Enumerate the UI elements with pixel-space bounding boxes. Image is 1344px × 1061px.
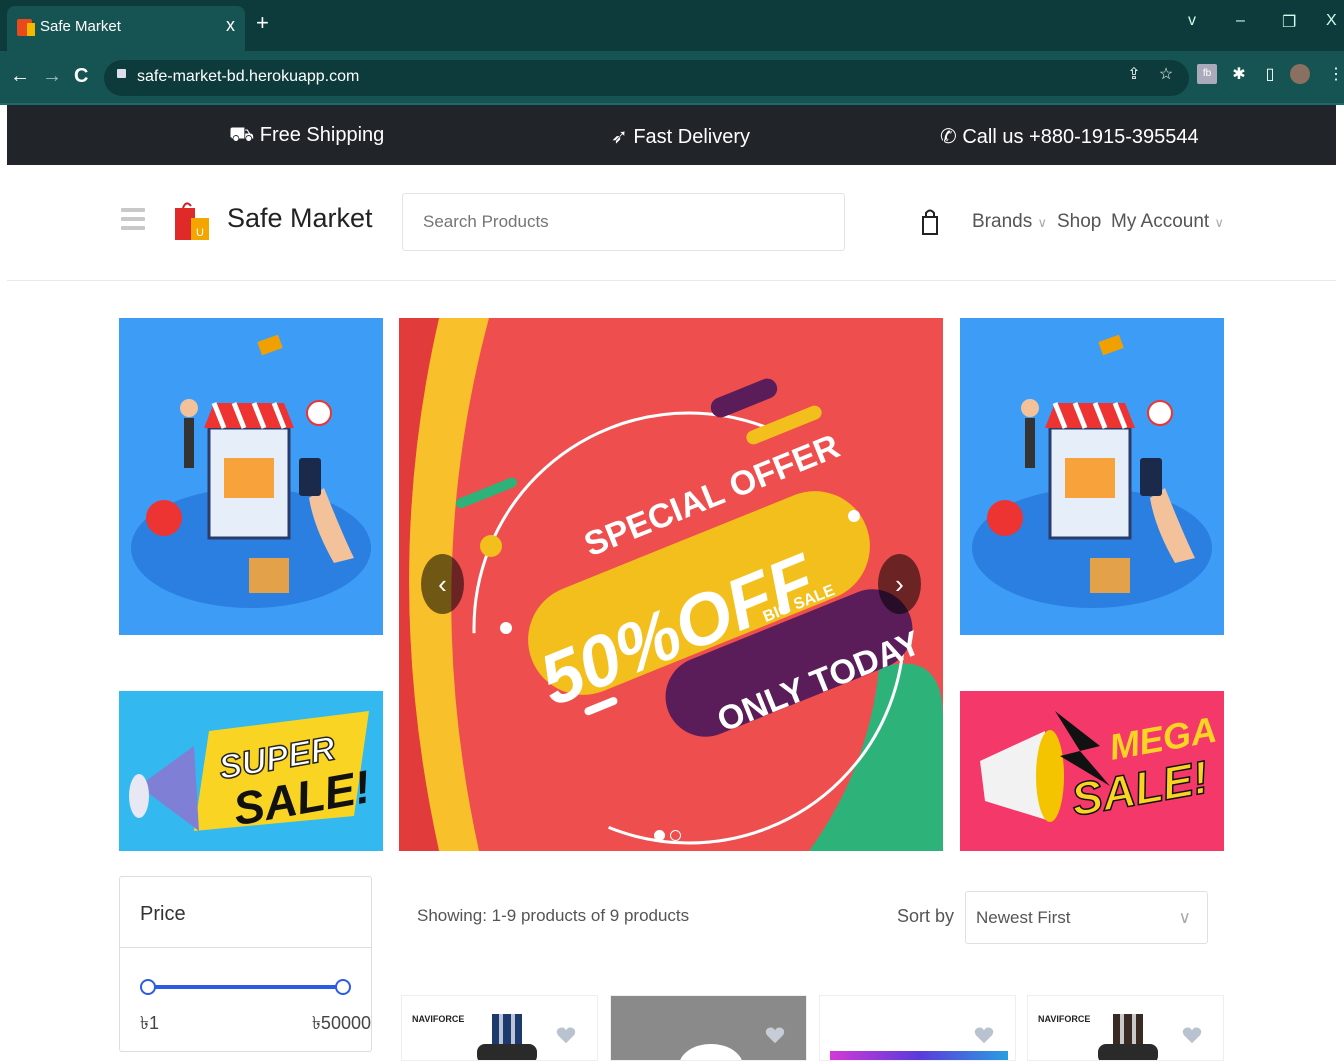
share-icon[interactable]: ⇪ (1124, 64, 1144, 84)
online-shop-banner-left[interactable] (119, 318, 383, 635)
extensions-puzzle-icon[interactable]: ✱ (1229, 64, 1249, 84)
mega-sale-graphic: MEGA SALE! (980, 709, 1220, 827)
results-count: Showing: 1-9 products of 9 products (417, 906, 690, 925)
truck-icon: ⛟ (229, 124, 255, 146)
price-range-track[interactable] (148, 985, 344, 989)
back-icon[interactable]: ← (10, 65, 30, 88)
site-brand-name[interactable]: Safe Market (227, 203, 373, 234)
call-us-label: Call us +880-1915-395544 (962, 126, 1199, 148)
online-shop-illustration (972, 334, 1212, 608)
my-account-label: My Account (1111, 211, 1210, 232)
browser-tab[interactable]: Safe Market x (7, 6, 245, 51)
product-card[interactable] (819, 995, 1016, 1061)
lock-icon (117, 69, 126, 78)
shopping-bag-icon[interactable] (921, 208, 939, 236)
browser-tab-strip: Safe Market x + v – ❐ X (0, 0, 1344, 51)
bookmark-star-icon[interactable]: ☆ (1156, 64, 1176, 84)
price-max-label: ৳50000 (311, 1013, 371, 1033)
chevron-down-icon: ∨ (1178, 908, 1191, 927)
price-min-label: ৳1 (140, 1013, 159, 1033)
wishlist-heart-icon[interactable] (973, 1024, 995, 1046)
online-shop-banner-right[interactable] (960, 318, 1224, 635)
tab-title: Safe Market (40, 18, 121, 35)
product-card[interactable] (610, 995, 807, 1061)
product-brand-logo: NAVIFORCE (1038, 1014, 1091, 1024)
url-text[interactable]: safe-market-bd.herokuapp.com (137, 68, 359, 86)
forward-icon[interactable]: → (42, 65, 62, 88)
site-header: U Safe Market Brands ∨ Shop My Account ∨ (7, 165, 1336, 281)
tab-close-icon[interactable]: x (226, 15, 235, 36)
carousel-dot[interactable] (654, 830, 665, 841)
product-card[interactable]: NAVIFORCE (1027, 995, 1224, 1061)
product-image (830, 1051, 1008, 1060)
extension-icon[interactable]: fb (1197, 64, 1217, 84)
reload-icon[interactable]: C (74, 65, 88, 88)
minimize-button[interactable]: – (1236, 12, 1245, 30)
restore-button[interactable]: ❐ (1282, 12, 1296, 32)
search-input[interactable] (402, 193, 845, 251)
new-tab-button[interactable]: + (256, 10, 269, 36)
sort-label: Sort by (897, 906, 955, 926)
my-account-menu[interactable]: My Account ∨ (1111, 211, 1224, 233)
brands-label: Brands (972, 211, 1033, 232)
carousel-indicators (654, 828, 686, 846)
shop-link[interactable]: Shop (1057, 211, 1101, 233)
carousel-prev-button[interactable]: ‹ (421, 554, 464, 614)
price-filter: Price ৳1 ৳50000 (119, 876, 372, 1052)
sort-select[interactable]: Newest First ∨ (965, 891, 1208, 944)
super-sale-banner[interactable]: SUPER SALE! (119, 691, 383, 851)
svg-text:U: U (196, 227, 204, 239)
wishlist-heart-icon[interactable] (555, 1024, 577, 1046)
call-us-item: ✆ Call us +880-1915-395544 (940, 124, 1199, 149)
rocket-icon: ➶ (611, 126, 628, 148)
mega-sale-banner[interactable]: MEGA SALE! (960, 691, 1224, 851)
close-window-button[interactable]: X (1326, 12, 1337, 30)
online-shop-illustration (131, 334, 371, 608)
tab-search-icon[interactable]: v (1188, 12, 1196, 30)
chevron-down-icon: ∨ (1214, 215, 1225, 230)
carousel-dot[interactable] (670, 830, 681, 841)
hamburger-menu-icon[interactable] (121, 208, 145, 234)
chevron-down-icon: ∨ (1037, 215, 1047, 230)
price-filter-title: Price (120, 877, 371, 948)
price-min-handle[interactable] (140, 979, 156, 995)
brands-menu[interactable]: Brands ∨ (972, 211, 1047, 233)
wishlist-heart-icon[interactable] (764, 1024, 786, 1046)
hero-carousel[interactable]: SPECIAL OFFER 50%OFF BIG SALE ONLY TODAY… (399, 318, 943, 851)
watch-image (1098, 1014, 1158, 1060)
free-shipping-item: ⛟ Free Shipping (229, 124, 384, 149)
watch-image (477, 1014, 537, 1060)
shopping-bag-logo-icon[interactable]: U (173, 198, 211, 242)
wishlist-heart-icon[interactable] (1181, 1024, 1203, 1046)
special-offer-slide: SPECIAL OFFER 50%OFF BIG SALE ONLY TODAY (399, 318, 943, 851)
super-sale-graphic: SUPER SALE! (129, 711, 374, 835)
price-max-handle[interactable] (335, 979, 351, 995)
chrome-menu-icon[interactable]: ⋮ (1326, 64, 1344, 84)
profile-avatar[interactable] (1290, 64, 1310, 84)
sidepanel-icon[interactable]: ▯ (1260, 64, 1280, 84)
phone-icon: ✆ (940, 126, 957, 148)
product-card[interactable]: NAVIFORCE (401, 995, 598, 1061)
product-image (680, 1044, 742, 1060)
shop-favicon-icon (17, 19, 35, 36)
sort-value: Newest First (976, 908, 1071, 927)
free-shipping-label: Free Shipping (259, 124, 385, 146)
fast-delivery-label: Fast Delivery (633, 126, 751, 148)
fast-delivery-item: ➶ Fast Delivery (611, 124, 750, 149)
product-brand-logo: NAVIFORCE (412, 1014, 465, 1024)
carousel-next-button[interactable]: › (878, 554, 921, 614)
promo-bar: ⛟ Free Shipping ➶ Fast Delivery ✆ Call u… (7, 105, 1336, 165)
